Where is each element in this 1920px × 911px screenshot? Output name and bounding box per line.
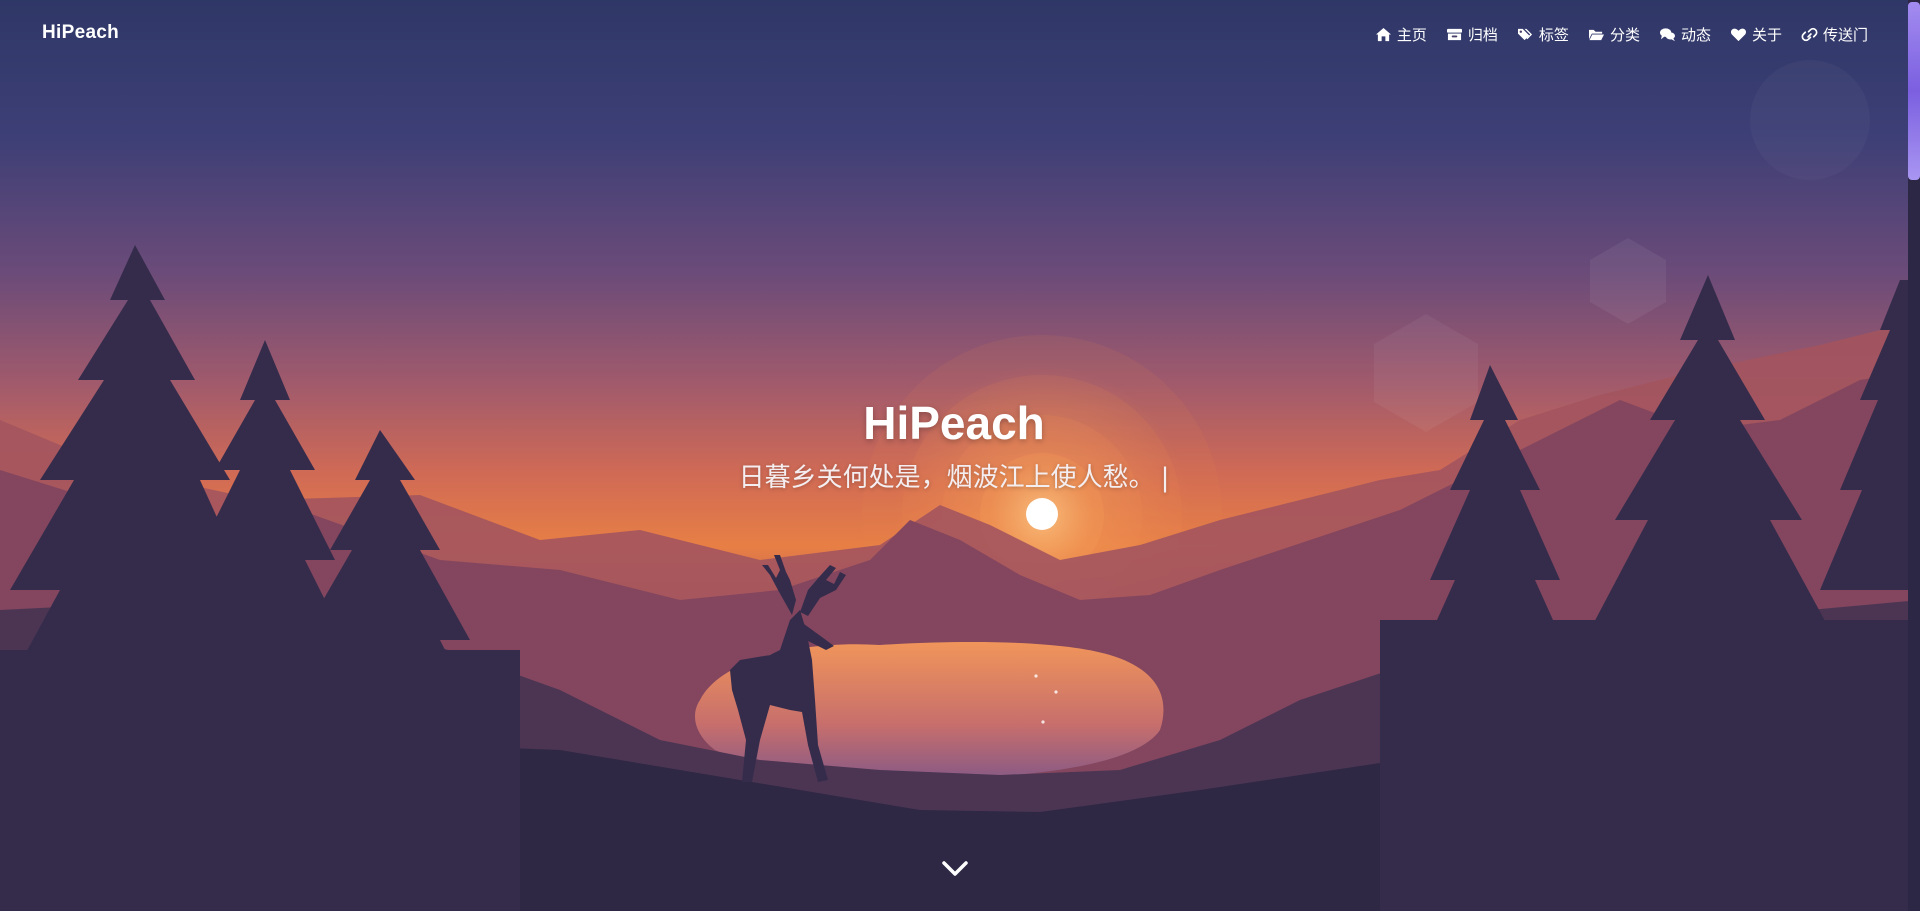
top-navbar: HiPeach 主页 归档 标签 分类 动态 关于 传送门 (0, 0, 1908, 72)
nav-item-label: 传送门 (1822, 26, 1868, 44)
nav-item-archive[interactable]: 归档 (1446, 24, 1498, 45)
nav-item-label: 分类 (1609, 26, 1640, 44)
left-tree-base (0, 650, 520, 911)
archive-icon (1446, 28, 1462, 41)
site-brand-link[interactable]: HiPeach (42, 22, 119, 44)
bokeh-circle (1750, 60, 1870, 180)
hero-section: HiPeach 日暮乡关何处是，烟波江上使人愁。 | (0, 398, 1908, 494)
nav-item-moments[interactable]: 动态 (1659, 24, 1711, 45)
sun (1026, 498, 1058, 530)
nav-item-label: 动态 (1680, 26, 1711, 44)
heart-icon (1730, 28, 1746, 42)
tags-icon (1517, 28, 1532, 41)
nav-item-home[interactable]: 主页 (1375, 24, 1427, 45)
page: HiPeach 主页 归档 标签 分类 动态 关于 传送门 HiPeach 日暮… (0, 0, 1920, 911)
link-icon (1801, 27, 1818, 42)
nav-item-tags[interactable]: 标签 (1517, 24, 1569, 45)
firefly (1054, 690, 1058, 694)
firefly (1034, 674, 1038, 678)
folder-open-icon (1588, 29, 1604, 41)
chevron-down-icon[interactable] (939, 856, 971, 882)
main-menu: 主页 归档 标签 分类 动态 关于 传送门 (1375, 24, 1868, 45)
nav-item-about[interactable]: 关于 (1730, 24, 1782, 45)
hero-title: HiPeach (863, 397, 1045, 449)
nav-item-label: 关于 (1751, 26, 1782, 44)
nav-item-categories[interactable]: 分类 (1588, 24, 1640, 45)
nav-item-portal[interactable]: 传送门 (1801, 24, 1868, 45)
nav-item-label: 标签 (1538, 26, 1569, 44)
firefly (1041, 720, 1045, 724)
right-tree-base (1380, 620, 1920, 911)
scrollbar-thumb[interactable] (1908, 2, 1920, 180)
hero-subtitle-text: 日暮乡关何处是，烟波江上使人愁。 (738, 462, 1155, 493)
nav-item-label: 归档 (1467, 26, 1498, 44)
home-icon (1375, 27, 1391, 42)
hero-subtitle: 日暮乡关何处是，烟波江上使人愁。 | (0, 463, 1908, 494)
comments-icon (1659, 28, 1675, 42)
nav-item-label: 主页 (1396, 26, 1427, 44)
typing-cursor: | (1160, 462, 1170, 493)
